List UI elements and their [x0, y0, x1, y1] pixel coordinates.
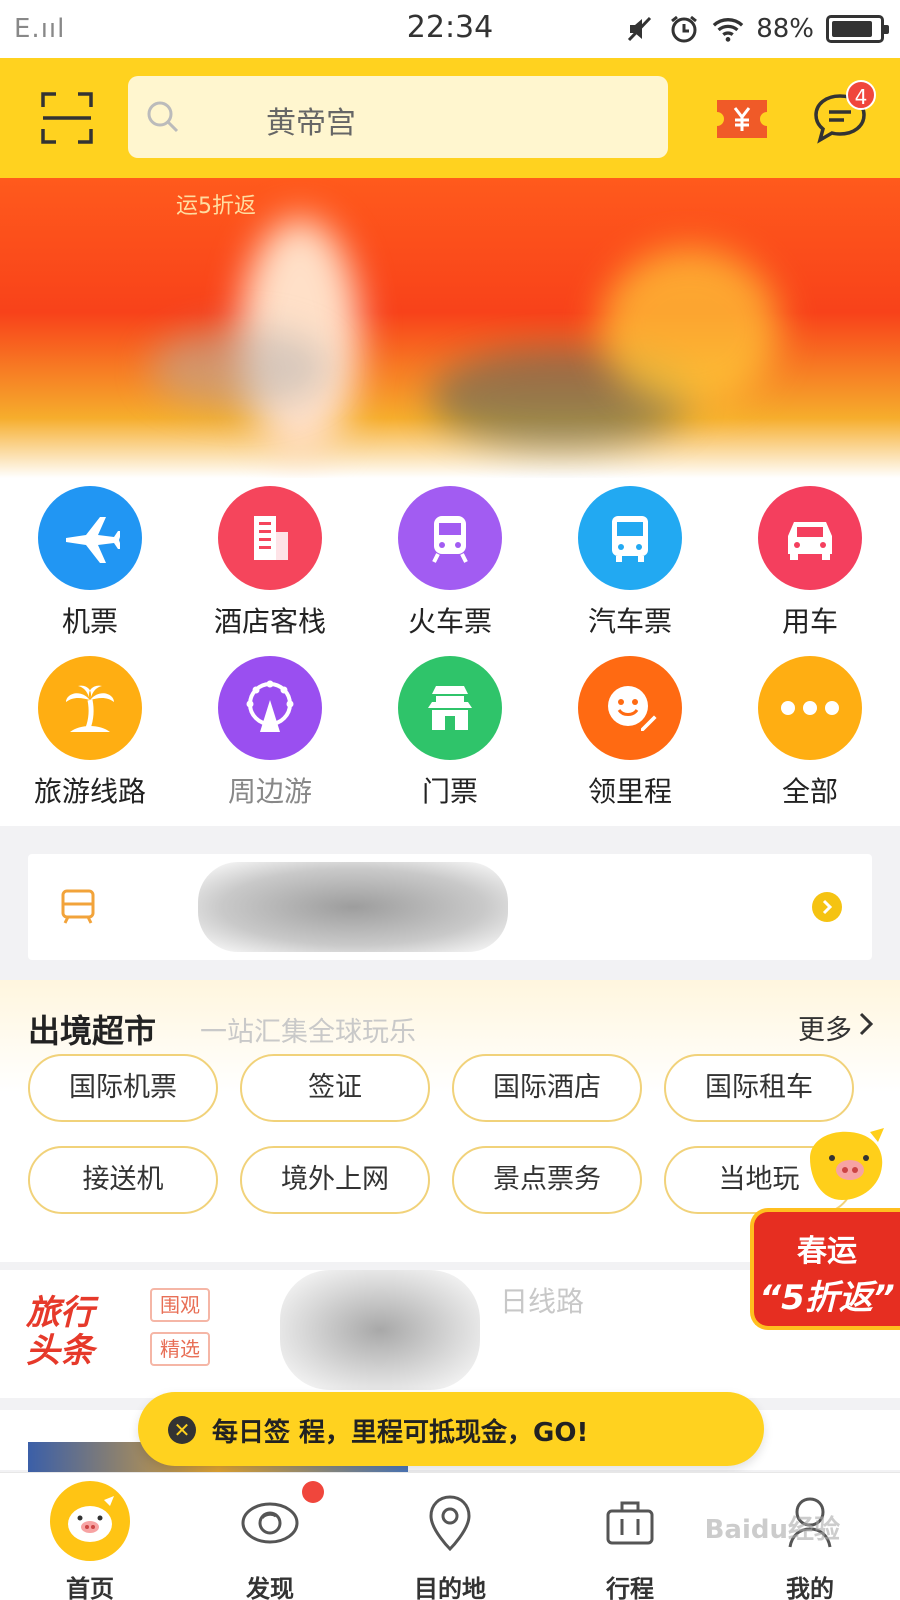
pill-intl-flights[interactable]: 国际机票	[28, 1054, 218, 1122]
bottom-tab-bar: 首页 发现 目的地 行程 我的 Baidu经验	[0, 1472, 900, 1600]
tab-itinerary[interactable]: 行程	[540, 1473, 720, 1600]
section-subtitle: 一站汇集全球玩乐	[200, 1017, 416, 1048]
grid-item-car[interactable]: 用车	[720, 478, 900, 648]
grid-item-label: 周边游	[227, 775, 312, 808]
pill-intl-car-rental[interactable]: 国际租车	[664, 1054, 854, 1122]
status-right: 88%	[624, 10, 889, 48]
tab-label: 发现	[246, 1575, 294, 1600]
search-placeholder: 黄帝宫	[266, 106, 356, 141]
tab-home[interactable]: 首页	[0, 1473, 180, 1600]
pig-mascot-icon	[810, 1128, 884, 1200]
banner-shade	[150, 328, 330, 408]
suitcase-icon	[596, 1489, 664, 1557]
grid-item-tickets[interactable]: 门票	[360, 648, 540, 818]
pill-visa[interactable]: 签证	[240, 1054, 430, 1122]
location-pin-icon	[416, 1489, 484, 1557]
search-input[interactable]: 黄帝宫	[128, 76, 668, 158]
watermark: Baidu经验	[704, 1515, 840, 1545]
promo-badge: 春运 “5折返”	[750, 1208, 900, 1330]
promo-line1: 春运	[797, 1234, 857, 1269]
grid-item-bus[interactable]: 汽车票	[540, 478, 720, 648]
grid-item-label: 旅游线路	[33, 775, 146, 808]
service-grid: 机票 酒店客栈 火车票 汽车票 用车 旅游线路 周边游 门票 领里程 全部	[0, 478, 900, 826]
alarm-icon	[668, 13, 700, 45]
grid-item-earn-miles[interactable]: 领里程	[540, 648, 720, 818]
spring-festival-promo[interactable]: 春运 “5折返”	[750, 1128, 900, 1333]
train-icon	[398, 486, 502, 590]
grid-item-label: 火车票	[407, 605, 492, 638]
bus-outline-icon	[61, 889, 95, 924]
pig-home-icon	[50, 1481, 130, 1561]
banner-highlight	[600, 248, 780, 408]
battery-icon	[826, 15, 889, 43]
palm-tree-icon	[38, 656, 142, 760]
yuan-ticket-icon	[717, 100, 767, 138]
search-icon	[147, 101, 179, 133]
tab-label: 目的地	[414, 1575, 486, 1600]
coupon-button[interactable]	[714, 94, 770, 144]
tab-label: 我的	[786, 1575, 834, 1600]
promo-banner[interactable]: 运5折返	[0, 178, 900, 478]
notification-dot	[302, 1481, 324, 1503]
redacted-headline	[280, 1270, 480, 1390]
grid-item-label: 门票	[421, 775, 478, 808]
status-bar: E.ııl 22:34 88%	[0, 0, 900, 58]
bus-icon	[578, 486, 682, 590]
pill-attraction-tickets[interactable]: 景点票务	[452, 1146, 642, 1214]
gate-icon	[398, 656, 502, 760]
checkin-toast[interactable]: ✕ 每日签 程，里程可抵现金，GO!	[138, 1392, 764, 1466]
car-icon	[758, 486, 862, 590]
battery-fill	[832, 21, 872, 37]
grid-item-label: 全部	[781, 775, 838, 808]
plane-icon	[38, 486, 142, 590]
hotel-icon	[218, 486, 322, 590]
mute-icon	[624, 13, 656, 45]
app-header: 黄帝宫 4	[0, 58, 900, 178]
grid-item-hotel[interactable]: 酒店客栈	[180, 478, 360, 648]
grid-item-nearby-tours[interactable]: 周边游	[180, 648, 360, 818]
battery-percent: 88%	[756, 14, 814, 44]
scan-icon	[41, 92, 93, 144]
grid-item-label: 酒店客栈	[213, 605, 326, 638]
grid-item-label: 领里程	[587, 775, 672, 808]
chevron-right-icon[interactable]	[856, 1010, 876, 1038]
section-title: 出境超市	[28, 1012, 157, 1050]
tab-label: 首页	[66, 1575, 114, 1600]
promo-line2: “5折返”	[759, 1278, 895, 1318]
message-count-badge: 4	[846, 80, 876, 110]
notice-card[interactable]	[28, 854, 872, 960]
grid-item-flights[interactable]: 机票	[0, 478, 180, 648]
pill-overseas-internet[interactable]: 境外上网	[240, 1146, 430, 1214]
headline-logo: 旅行头条	[26, 1293, 94, 1371]
toast-message: 每日签 程，里程可抵现金，GO!	[212, 1418, 589, 1448]
grid-item-train[interactable]: 火车票	[360, 478, 540, 648]
tab-label: 行程	[606, 1575, 654, 1600]
ferris-wheel-icon	[218, 656, 322, 760]
tab-destination[interactable]: 目的地	[360, 1473, 540, 1600]
smile-pen-icon	[578, 656, 682, 760]
notice-section	[0, 834, 900, 964]
headline-tag: 精选	[150, 1332, 210, 1366]
grid-item-label: 汽车票	[587, 605, 672, 638]
pill-intl-hotels[interactable]: 国际酒店	[452, 1054, 642, 1122]
pill-airport-transfer[interactable]: 接送机	[28, 1146, 218, 1214]
grid-item-label: 用车	[781, 605, 838, 638]
discover-icon	[236, 1489, 304, 1557]
grid-item-all[interactable]: 全部	[720, 648, 900, 818]
headline-text: 日线路	[500, 1285, 585, 1318]
grid-item-label: 机票	[61, 605, 118, 638]
chevron-right-icon	[812, 892, 842, 922]
redacted-notice-text	[198, 862, 508, 952]
message-button[interactable]: 4	[810, 80, 876, 148]
more-link[interactable]: 更多	[798, 1008, 852, 1047]
wifi-icon	[712, 13, 744, 45]
banner-tag: 运5折返	[176, 194, 256, 219]
close-icon[interactable]: ✕	[168, 1416, 196, 1444]
scan-button[interactable]	[40, 91, 94, 145]
grid-item-tour-routes[interactable]: 旅游线路	[0, 648, 180, 818]
headline-tag: 围观	[150, 1288, 210, 1322]
tab-discover[interactable]: 发现	[180, 1473, 360, 1600]
more-dots-icon	[758, 656, 862, 760]
